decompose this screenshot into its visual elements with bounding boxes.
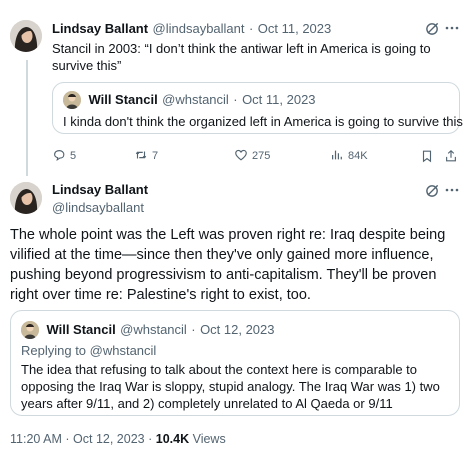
views-count: 84K — [348, 150, 368, 162]
repost-count: 7 — [152, 150, 159, 162]
views-count: 10.4K — [155, 432, 190, 446]
like-button[interactable]: 275 — [234, 148, 270, 165]
quoted-author-name: Will Stancil — [46, 322, 116, 338]
views-button[interactable]: 84K — [330, 148, 368, 165]
replying-to: Replying to @whstancil — [21, 343, 157, 358]
reply-count: 5 — [70, 150, 77, 162]
separator: · — [148, 432, 153, 446]
bookmark-icon[interactable] — [420, 149, 434, 163]
quoted-text: The idea that refusing to talk about the… — [21, 362, 440, 411]
quoted-avatar — [63, 91, 81, 109]
tweet-date[interactable]: Oct 12, 2023 — [73, 432, 145, 446]
like-count: 275 — [252, 150, 271, 162]
separator: · — [233, 92, 238, 108]
separator: · — [191, 322, 196, 338]
grok-icon[interactable] — [424, 20, 440, 36]
separator: · — [248, 21, 254, 36]
avatar[interactable] — [10, 182, 42, 214]
repost-button[interactable]: 7 — [134, 148, 158, 165]
tweet-time[interactable]: 11:20 AM — [10, 432, 62, 446]
tweet-1-header: Lindsay Ballant @lindsayballant · Oct 11… — [52, 20, 331, 38]
quoted-author-handle: @whstancil — [162, 92, 229, 108]
grok-icon[interactable] — [424, 182, 440, 198]
quoted-text: I kinda don't think the organized left i… — [63, 114, 463, 129]
quoted-author-handle: @whstancil — [120, 322, 187, 338]
reply-icon — [52, 148, 66, 165]
tweet-1-actions: 5 7 275 84K — [52, 148, 462, 164]
quoted-tweet-header: Will Stancil @whstancil · Oct 11, 2023 — [63, 91, 316, 109]
quoted-tweet[interactable]: Will Stancil @whstancil · Oct 11, 2023 I… — [52, 82, 463, 134]
author-name[interactable]: Lindsay Ballant — [52, 182, 148, 197]
share-icon[interactable] — [444, 149, 458, 163]
like-icon — [234, 148, 248, 165]
tweet-text: The whole point was the Left was proven … — [10, 227, 446, 303]
views-label: Views — [192, 432, 226, 446]
tweet-text: Stancil in 2003: “I don’t think the anti… — [52, 41, 431, 73]
author-handle[interactable]: @lindsayballant — [153, 21, 245, 36]
thread-line — [26, 60, 28, 176]
quoted-avatar — [21, 321, 39, 339]
quoted-date: Oct 11, 2023 — [242, 92, 316, 108]
tweet-footer: 11:20 AM · Oct 12, 2023 · 10.4K Views — [10, 432, 226, 446]
more-icon[interactable] — [444, 182, 460, 198]
repost-icon — [134, 148, 148, 165]
reply-button[interactable]: 5 — [52, 148, 76, 165]
author-handle[interactable]: @lindsayballant — [52, 200, 144, 215]
separator: · — [65, 432, 70, 446]
more-icon[interactable] — [444, 20, 460, 36]
quoted-tweet[interactable]: Will Stancil @whstancil · Oct 12, 2023 R… — [10, 310, 460, 416]
quoted-date: Oct 12, 2023 — [200, 322, 275, 338]
quoted-author-name: Will Stancil — [88, 92, 158, 108]
tweet-date[interactable]: Oct 11, 2023 — [258, 21, 331, 36]
views-icon — [330, 148, 344, 165]
quoted-tweet-header: Will Stancil @whstancil · Oct 12, 2023 — [21, 321, 275, 339]
avatar[interactable] — [10, 20, 42, 52]
author-name[interactable]: Lindsay Ballant — [52, 21, 148, 36]
